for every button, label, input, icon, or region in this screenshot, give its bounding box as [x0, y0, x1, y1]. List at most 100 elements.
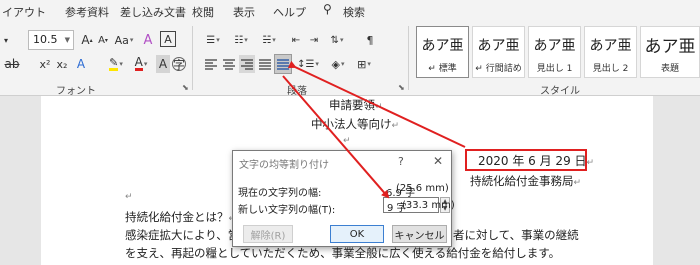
tab-mailings[interactable]: 差し込み文書 — [120, 4, 186, 20]
group-separator — [408, 26, 409, 90]
doc-date: 2020 年 6 月 29 日↵ — [478, 152, 594, 169]
chevron-down-icon: ▾ — [216, 36, 220, 44]
style-name: ↵ 標準 — [428, 64, 457, 74]
style-heading-2[interactable]: あア亜 見出し 2 — [584, 26, 637, 78]
style-sample: あア亜 — [477, 38, 520, 54]
tab-layout[interactable]: イアウト — [2, 4, 46, 20]
show-marks-icon[interactable]: ¶ — [362, 31, 378, 49]
chevron-down-icon: ▾ — [119, 60, 123, 68]
chevron-down-icon: ▾ — [367, 60, 371, 68]
clear-formatting-icon[interactable]: A — [140, 31, 156, 49]
chevron-down-icon: ▾ — [129, 36, 134, 44]
font-color-button[interactable]: A ▾ — [130, 55, 152, 73]
highlight-color-icon[interactable]: ✎ ▾ — [105, 55, 127, 73]
text-effects-icon[interactable]: A — [72, 55, 90, 73]
menu-bar: イアウト 参考資料 差し込み文書 校閲 表示 ヘルプ ⚲ 検索 — [0, 0, 700, 22]
doc-body-line-1-left: 感染症拡大により、営 — [125, 228, 240, 242]
paragraph-mark: ↵ — [343, 136, 351, 146]
chevron-down-icon: ▾ — [339, 36, 344, 44]
sort-icon[interactable]: ⇅ ▾ — [324, 31, 350, 49]
borders-icon[interactable]: ⊞ ▾ — [352, 55, 376, 73]
character-border-icon[interactable]: A — [160, 31, 176, 47]
character-shading-icon[interactable]: A — [156, 55, 170, 73]
distribute-text-dialog: 文字の均等割り付け ? ✕ 現在の文字列の幅: 6.9 字 新しい文字列の幅(T… — [232, 150, 452, 247]
font-color-icon: A — [134, 55, 143, 71]
styles-group-label: スタイル — [540, 86, 580, 97]
font-group-label: フォント — [56, 86, 96, 97]
align-right-icon[interactable] — [239, 55, 255, 73]
dialog-title: 文字の均等割り付け — [239, 160, 329, 171]
strikethrough-icon[interactable]: ab — [4, 55, 20, 73]
style-name: 見出し 2 — [592, 64, 629, 74]
doc-text: 2020 年 6 月 29 日 — [478, 154, 587, 168]
change-case-label: Aa — [114, 33, 129, 47]
shading-icon[interactable]: ◈ ▾ — [326, 55, 350, 73]
font-name-dropdown-icon[interactable]: ▾ — [0, 31, 12, 49]
tab-review[interactable]: 校閲 — [192, 4, 214, 20]
chevron-down-icon: ▾ — [143, 60, 148, 68]
style-name: ↵ 行間詰め — [475, 64, 522, 74]
remove-button[interactable]: 解除(R) — [243, 225, 293, 243]
justify-icon[interactable] — [257, 55, 273, 73]
font-size-dropdown[interactable]: 10.5 ▼ — [28, 30, 74, 50]
align-left-icon[interactable] — [203, 55, 219, 73]
tab-references[interactable]: 参考資料 — [65, 4, 109, 20]
chevron-down-icon: ▾ — [340, 60, 345, 68]
group-separator — [192, 26, 193, 90]
distributed-align-icon[interactable] — [274, 54, 292, 74]
ok-button[interactable]: OK — [330, 225, 384, 243]
superscript-icon[interactable]: x² — [38, 55, 52, 73]
doc-line-target: 中小法人等向け↵ — [311, 116, 399, 132]
multilevel-list-icon: ☵ — [262, 34, 272, 46]
style-title[interactable]: あア亜 表題 — [640, 26, 700, 78]
numbering-button[interactable]: ☷ ▾ — [228, 31, 254, 49]
tab-search[interactable]: 検索 — [343, 4, 365, 20]
help-icon[interactable]: ? — [398, 155, 404, 168]
multilevel-list-button[interactable]: ☵ ▾ — [256, 31, 282, 49]
font-dialog-launcher-icon[interactable]: ⬊ — [182, 83, 189, 92]
bullets-icon: ☰ — [206, 34, 216, 46]
increase-indent-icon[interactable]: ⇥ — [306, 31, 322, 49]
paragraph-mark: ↵ — [125, 192, 133, 202]
change-case-button[interactable]: Aa ▾ — [112, 31, 136, 49]
new-width-mm: (33.3 mm) — [402, 200, 455, 211]
subscript-icon[interactable]: x₂ — [55, 55, 69, 73]
numbering-icon: ☷ — [234, 34, 244, 46]
style-normal[interactable]: あア亜 ↵ 標準 — [416, 26, 469, 78]
grow-font-icon[interactable]: A ▴ — [80, 31, 94, 49]
paragraph-mark: ↵ — [573, 178, 582, 188]
shrink-font-icon[interactable]: A ▾ — [96, 31, 110, 49]
line-spacing-icon[interactable]: ↕☰ ▾ — [296, 55, 320, 73]
chevron-down-icon: ▾ — [244, 36, 248, 44]
style-heading-1[interactable]: あア亜 見出し 1 — [528, 26, 581, 78]
paragraph-mark: ↵ — [375, 102, 383, 112]
search-icon[interactable]: ⚲ — [323, 2, 332, 16]
chevron-down-icon: ▼ — [64, 36, 70, 44]
style-name: 見出し 1 — [536, 64, 573, 74]
decrease-indent-icon[interactable]: ⇤ — [288, 31, 304, 49]
style-sample: あア亜 — [589, 38, 632, 54]
cancel-button[interactable]: キャンセル — [392, 225, 447, 243]
tab-help[interactable]: ヘルプ — [273, 4, 306, 20]
doc-text: 持続化給付金とは？ — [125, 210, 229, 224]
doc-body-line-1-right: 者に対して、事業の継続 — [453, 228, 579, 242]
align-center-icon[interactable] — [221, 55, 237, 73]
paragraph-dialog-launcher-icon[interactable]: ⬊ — [398, 83, 405, 92]
bullets-button[interactable]: ☰ ▾ — [200, 31, 226, 49]
doc-text: 中小法人等向け — [311, 117, 392, 131]
close-icon[interactable]: ✕ — [433, 154, 443, 168]
ribbon: ▾ 10.5 ▼ A ▴ A ▾ Aa ▾ A A ab x² x₂ A ✎ ▾ A ▾ … — [0, 22, 700, 97]
doc-office: 持続化給付金事務局↵ — [470, 173, 581, 189]
font-size-value: 10.5 — [33, 33, 58, 46]
chevron-down-icon: ▾ — [272, 36, 276, 44]
paragraph-mark: ↵ — [391, 121, 400, 131]
style-name: 表題 — [660, 64, 679, 74]
paragraph-group-label: 段落 — [287, 86, 307, 97]
current-width-label: 現在の文字列の幅: — [238, 188, 322, 199]
style-sample: あア亜 — [421, 38, 464, 54]
tab-view[interactable]: 表示 — [233, 4, 255, 20]
enclose-characters-icon[interactable]: 字 — [172, 57, 186, 72]
paragraph-mark: ↵ — [586, 158, 595, 168]
style-no-spacing[interactable]: あア亜 ↵ 行間詰め — [472, 26, 525, 78]
new-width-label: 新しい文字列の幅(T): — [238, 205, 336, 216]
